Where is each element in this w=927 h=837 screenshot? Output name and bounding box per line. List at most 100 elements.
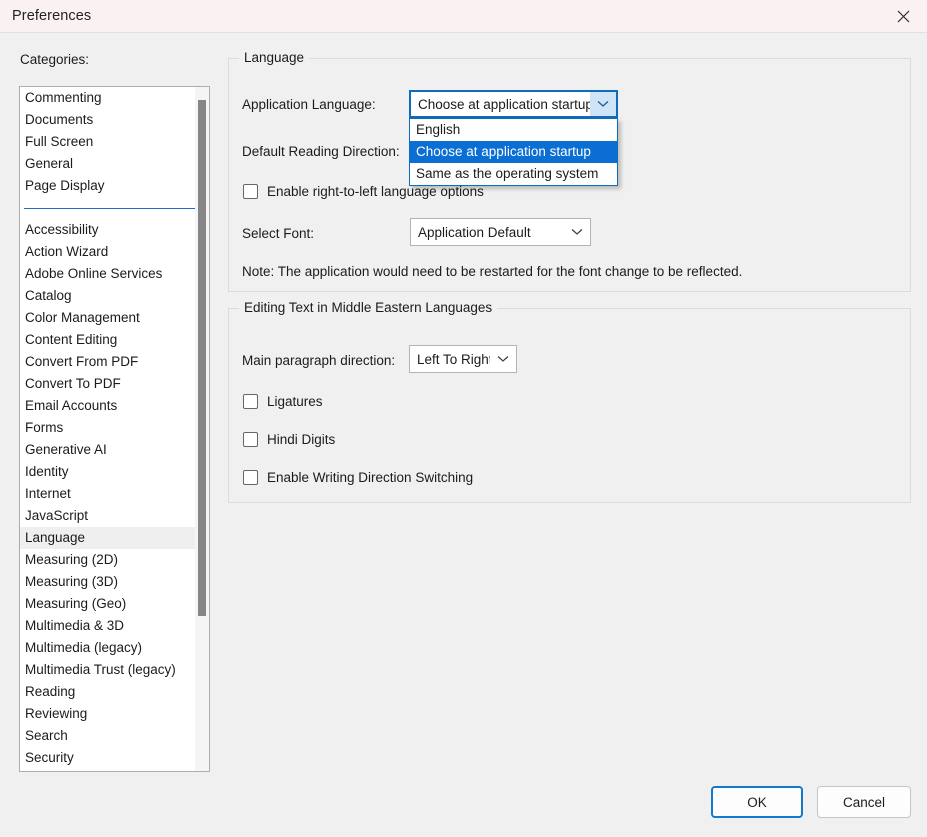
sidebar-item-catalog[interactable]: Catalog bbox=[20, 285, 209, 307]
sidebar-item-color-management[interactable]: Color Management bbox=[20, 307, 209, 329]
sidebar-item-content-editing[interactable]: Content Editing bbox=[20, 329, 209, 351]
sidebar-item-full-screen[interactable]: Full Screen bbox=[20, 131, 209, 153]
sidebar-item-convert-to-pdf[interactable]: Convert To PDF bbox=[20, 373, 209, 395]
close-button[interactable] bbox=[879, 0, 927, 32]
sidebar-item-adobe-online-services[interactable]: Adobe Online Services bbox=[20, 263, 209, 285]
sidebar-item-label: Action Wizard bbox=[25, 244, 109, 259]
dropdown-option-label: Same as the operating system bbox=[416, 166, 599, 181]
dropdown-option[interactable]: English bbox=[410, 119, 617, 141]
sidebar-item-label: Language bbox=[25, 530, 86, 545]
sidebar-item-label: Multimedia (legacy) bbox=[25, 640, 143, 655]
sidebar-item-javascript[interactable]: JavaScript bbox=[20, 505, 209, 527]
categories-label: Categories: bbox=[20, 52, 90, 67]
sidebar-item-label: Accessibility bbox=[25, 222, 99, 237]
sidebar-item-label: Multimedia Trust (legacy) bbox=[25, 662, 176, 677]
sidebar-item-security[interactable]: Security bbox=[20, 747, 209, 769]
sidebar-item-label: Content Editing bbox=[25, 332, 118, 347]
ok-button[interactable]: OK bbox=[711, 786, 803, 818]
sidebar-item-reviewing[interactable]: Reviewing bbox=[20, 703, 209, 725]
sidebar-item-convert-from-pdf[interactable]: Convert From PDF bbox=[20, 351, 209, 373]
chevron-down-icon bbox=[490, 346, 516, 372]
sidebar-item-label: General bbox=[25, 156, 74, 171]
sidebar-item-label: Color Management bbox=[25, 310, 140, 325]
select-font-label: Select Font: bbox=[242, 226, 315, 241]
sidebar-item-multimedia-3d[interactable]: Multimedia & 3D bbox=[20, 615, 209, 637]
scrollbar-thumb[interactable] bbox=[198, 100, 206, 616]
sidebar-item-label: Convert From PDF bbox=[25, 354, 139, 369]
sidebar-item-language[interactable]: Language bbox=[20, 527, 209, 549]
sidebar-item-page-display[interactable]: Page Display bbox=[20, 175, 209, 197]
sidebar-item-label: Email Accounts bbox=[25, 398, 118, 413]
category-list-scrollbar[interactable] bbox=[195, 87, 209, 771]
sidebar-item-forms[interactable]: Forms bbox=[20, 417, 209, 439]
sidebar-item-documents[interactable]: Documents bbox=[20, 109, 209, 131]
writing-direction-switching-label: Enable Writing Direction Switching bbox=[267, 470, 474, 485]
middle-eastern-group-title: Editing Text in Middle Eastern Languages bbox=[239, 300, 498, 315]
sidebar-item-search[interactable]: Search bbox=[20, 725, 209, 747]
sidebar-item-commenting[interactable]: Commenting bbox=[20, 87, 209, 109]
sidebar-item-label: Search bbox=[25, 728, 68, 743]
window-title: Preferences bbox=[12, 8, 92, 24]
rtl-options-checkbox[interactable] bbox=[243, 184, 258, 199]
sidebar-item-multimedia-trust-legacy[interactable]: Multimedia Trust (legacy) bbox=[20, 659, 209, 681]
rtl-options-checkbox-row[interactable]: Enable right-to-left language options bbox=[243, 184, 484, 199]
title-bar: Preferences bbox=[0, 0, 927, 33]
sidebar-item-label: Measuring (3D) bbox=[25, 574, 119, 589]
sidebar-divider bbox=[20, 197, 209, 219]
application-language-label: Application Language: bbox=[242, 97, 376, 112]
ligatures-checkbox-row[interactable]: Ligatures bbox=[243, 394, 323, 409]
sidebar-item-action-wizard[interactable]: Action Wizard bbox=[20, 241, 209, 263]
application-language-dropdown-list[interactable]: English Choose at application startup Same… bbox=[409, 118, 618, 186]
chevron-down-icon bbox=[590, 92, 616, 116]
dropdown-option-label: Choose at application startup bbox=[416, 144, 591, 159]
paragraph-direction-combobox[interactable]: Left To Right bbox=[409, 345, 517, 373]
paragraph-direction-value: Left To Right bbox=[417, 351, 490, 367]
sidebar-item-label: JavaScript bbox=[25, 508, 89, 523]
dropdown-option-label: English bbox=[416, 122, 461, 137]
select-font-value: Application Default bbox=[418, 224, 531, 240]
sidebar-item-general[interactable]: General bbox=[20, 153, 209, 175]
sidebar-item-multimedia-legacy[interactable]: Multimedia (legacy) bbox=[20, 637, 209, 659]
sidebar-item-generative-ai[interactable]: Generative AI bbox=[20, 439, 209, 461]
sidebar-item-measuring-2d[interactable]: Measuring (2D) bbox=[20, 549, 209, 571]
ligatures-label: Ligatures bbox=[267, 394, 323, 409]
sidebar-item-label: Commenting bbox=[25, 90, 102, 105]
sidebar-item-label: Catalog bbox=[25, 288, 72, 303]
close-icon bbox=[897, 10, 910, 23]
default-reading-direction-label: Default Reading Direction: bbox=[242, 144, 400, 159]
ligatures-checkbox[interactable] bbox=[243, 394, 258, 409]
dropdown-option[interactable]: Same as the operating system bbox=[410, 163, 617, 185]
sidebar-item-label: Measuring (Geo) bbox=[25, 596, 127, 611]
sidebar-item-label: Forms bbox=[25, 420, 64, 435]
sidebar-item-email-accounts[interactable]: Email Accounts bbox=[20, 395, 209, 417]
sidebar-item-label: Internet bbox=[25, 486, 71, 501]
sidebar-item-measuring-geo[interactable]: Measuring (Geo) bbox=[20, 593, 209, 615]
sidebar-item-label: Generative AI bbox=[25, 442, 107, 457]
sidebar-item-label: Page Display bbox=[25, 178, 105, 193]
rtl-options-label: Enable right-to-left language options bbox=[267, 184, 484, 199]
dropdown-option[interactable]: Choose at application startup bbox=[410, 141, 617, 163]
sidebar-item-label: Full Screen bbox=[25, 134, 94, 149]
sidebar-item-label: Identity bbox=[25, 464, 69, 479]
sidebar-item-reading[interactable]: Reading bbox=[20, 681, 209, 703]
sidebar-item-label: Documents bbox=[25, 112, 94, 127]
sidebar-item-accessibility[interactable]: Accessibility bbox=[20, 219, 209, 241]
select-font-combobox[interactable]: Application Default bbox=[410, 218, 591, 246]
sidebar-item-measuring-3d[interactable]: Measuring (3D) bbox=[20, 571, 209, 593]
application-language-combobox[interactable]: Choose at application startup bbox=[409, 90, 618, 118]
sidebar-item-label: Multimedia & 3D bbox=[25, 618, 125, 633]
writing-direction-switching-checkbox[interactable] bbox=[243, 470, 258, 485]
sidebar-item-internet[interactable]: Internet bbox=[20, 483, 209, 505]
writing-direction-switching-checkbox-row[interactable]: Enable Writing Direction Switching bbox=[243, 470, 473, 485]
chevron-down-icon bbox=[564, 219, 590, 245]
sidebar-item-label: Measuring (2D) bbox=[25, 552, 119, 567]
category-list[interactable]: Commenting Documents Full Screen General Pag… bbox=[19, 86, 210, 772]
hindi-digits-checkbox[interactable] bbox=[243, 432, 258, 447]
sidebar-item-label: Security bbox=[25, 750, 74, 765]
sidebar-divider-line bbox=[24, 207, 203, 209]
sidebar-item-identity[interactable]: Identity bbox=[20, 461, 209, 483]
cancel-button[interactable]: Cancel bbox=[817, 786, 911, 818]
sidebar-item-label: Convert To PDF bbox=[25, 376, 121, 391]
hindi-digits-checkbox-row[interactable]: Hindi Digits bbox=[243, 432, 335, 447]
sidebar-item-label: Reading bbox=[25, 684, 76, 699]
